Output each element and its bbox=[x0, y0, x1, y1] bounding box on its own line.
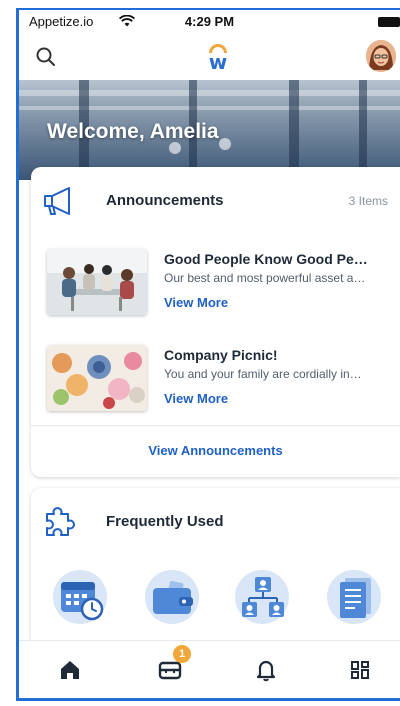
ceiling-beam bbox=[19, 106, 400, 110]
view-more-link[interactable]: View More bbox=[164, 295, 228, 310]
bell-icon[interactable] bbox=[251, 655, 281, 685]
status-time: 4:29 PM bbox=[184, 14, 235, 29]
inbox-button[interactable]: 1 bbox=[155, 645, 191, 685]
document-icon bbox=[340, 578, 371, 618]
apps-grid-icon[interactable] bbox=[345, 655, 375, 685]
frequently-used-card: Frequently Used bbox=[31, 488, 400, 640]
view-more-link[interactable]: View More bbox=[164, 391, 228, 406]
announcement-thumbnail bbox=[47, 345, 147, 411]
megaphone-icon bbox=[44, 187, 70, 215]
puzzle-icon bbox=[46, 507, 75, 536]
wallet-icon bbox=[153, 581, 193, 614]
announcement-thumbnail bbox=[47, 249, 147, 315]
announcement-title: Company Picnic! bbox=[164, 347, 278, 363]
announcement-title: Good People Know Good Pe… bbox=[164, 251, 368, 267]
logo-letter: w bbox=[208, 50, 228, 74]
window-column bbox=[289, 80, 299, 180]
app-screen: Appetize.io 4:29 PM w Welcome, Amelia An… bbox=[0, 0, 400, 706]
meeting-photo-icon bbox=[47, 249, 147, 315]
announcements-count: 3 Items bbox=[348, 194, 388, 208]
announcements-header: Announcements 3 Items bbox=[31, 183, 400, 219]
announcement-item[interactable]: Good People Know Good Pe… Our best and m… bbox=[31, 249, 400, 319]
announcement-description: Our best and most powerful asset a… bbox=[164, 271, 366, 285]
avatar[interactable] bbox=[366, 40, 396, 72]
welcome-heading: Welcome, Amelia bbox=[47, 120, 219, 143]
workday-logo[interactable]: w bbox=[201, 42, 235, 74]
org-chart-icon bbox=[242, 577, 284, 617]
ceiling-beam bbox=[19, 90, 400, 96]
top-bar: w bbox=[19, 34, 400, 80]
bottom-nav: 1 bbox=[19, 640, 400, 698]
notification-badge: 1 bbox=[173, 645, 191, 663]
search-icon[interactable] bbox=[35, 46, 57, 68]
status-bar: Appetize.io 4:29 PM bbox=[19, 10, 400, 34]
window-column bbox=[359, 80, 367, 180]
frequently-used-tiles bbox=[31, 566, 400, 630]
tile-calendar[interactable] bbox=[49, 566, 111, 630]
avatar-portrait-icon bbox=[366, 40, 396, 72]
announcement-description: You and your family are cordially in… bbox=[164, 367, 362, 381]
home-icon[interactable] bbox=[55, 655, 85, 685]
frequently-used-title: Frequently Used bbox=[106, 513, 224, 530]
announcements-title: Announcements bbox=[106, 192, 224, 209]
calendar-clock-icon bbox=[61, 582, 104, 621]
picnic-photo-icon bbox=[47, 345, 147, 411]
view-announcements-link[interactable]: View Announcements bbox=[31, 443, 400, 458]
battery-icon bbox=[378, 17, 400, 27]
frame-border-bottom bbox=[16, 698, 400, 701]
ceiling-lamp bbox=[219, 138, 231, 150]
welcome-banner: Welcome, Amelia bbox=[19, 80, 400, 180]
announcements-card: Announcements 3 Items Good People Know G… bbox=[31, 167, 400, 477]
tile-org-chart[interactable] bbox=[231, 566, 293, 630]
tile-document[interactable] bbox=[323, 566, 385, 630]
divider bbox=[31, 425, 400, 426]
announcement-item[interactable]: Company Picnic! You and your family are … bbox=[31, 345, 400, 415]
tile-wallet[interactable] bbox=[141, 566, 203, 630]
frequently-used-header: Frequently Used bbox=[31, 504, 400, 540]
